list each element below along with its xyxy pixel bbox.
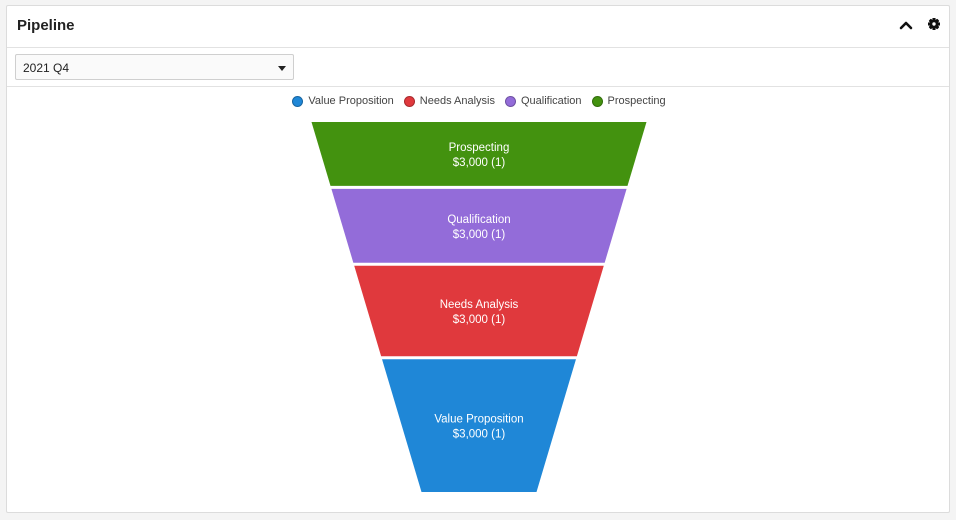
- funnel-segment-name: Needs Analysis: [440, 299, 519, 311]
- funnel-segment-value: $3,000 (1): [453, 229, 506, 241]
- funnel-segment-name: Value Proposition: [434, 414, 523, 426]
- funnel-segment-value: $3,000 (1): [453, 429, 506, 441]
- funnel-segment-value: $3,000 (1): [453, 314, 506, 326]
- funnel-chart: Prospecting $3,000 (1) Qualification $3,000…: [311, 122, 647, 492]
- pipeline-dashlet: Pipeline 2021 Q4 Value PropositionNeeds: [6, 5, 950, 513]
- funnel-segment-name: Prospecting: [449, 142, 510, 154]
- funnel-segment-name: Qualification: [447, 214, 510, 226]
- funnel-segment-value: $3,000 (1): [453, 157, 506, 169]
